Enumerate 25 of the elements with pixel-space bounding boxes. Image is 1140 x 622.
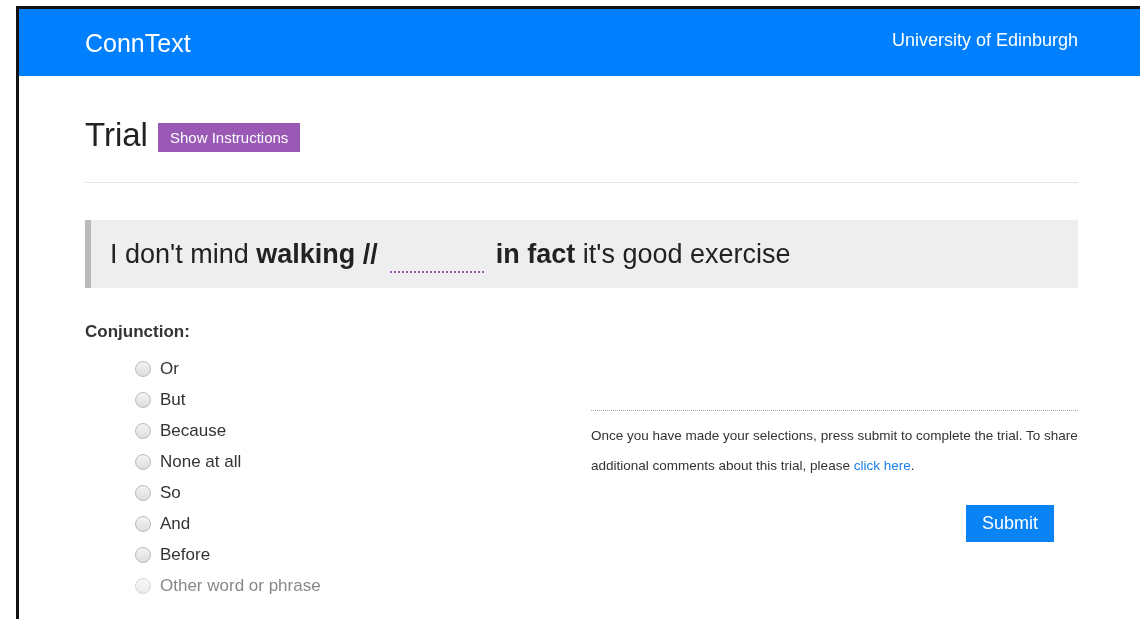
comment-link[interactable]: click here [853,458,911,473]
radio-button[interactable] [135,391,151,408]
question-label: Conjunction: [85,322,191,342]
radio-button[interactable] [135,546,151,563]
brand-title: ConnText [85,29,191,58]
radio-button[interactable] [135,453,151,470]
submit-button[interactable]: Submit [966,505,1054,542]
option-label: And [160,513,191,534]
show-instructions-button[interactable]: Show Instructions [157,122,301,152]
radio-button[interactable] [135,484,151,501]
option-label: Because [160,420,227,441]
institution-name: University of Edinburgh [891,30,1078,51]
sentence-text: in fact it's good exercise [495,238,791,270]
option-label: Other word or phrase [160,575,321,596]
radio-button[interactable] [135,422,151,439]
radio-button[interactable] [135,360,151,377]
option-label: So [160,482,181,503]
sentence-text: I don't mind walking // [110,238,378,270]
option-label: Before [160,544,211,565]
page-title: Trial [85,116,148,154]
option-label: But [160,389,186,410]
option-label: Or [160,358,179,379]
radio-button[interactable] [135,515,151,532]
instruction-text: Once you have made your selections, press submit to complete the trial. To share additional comments about this trial, please click here. [591,427,1078,475]
option-label: None at all [160,451,242,472]
